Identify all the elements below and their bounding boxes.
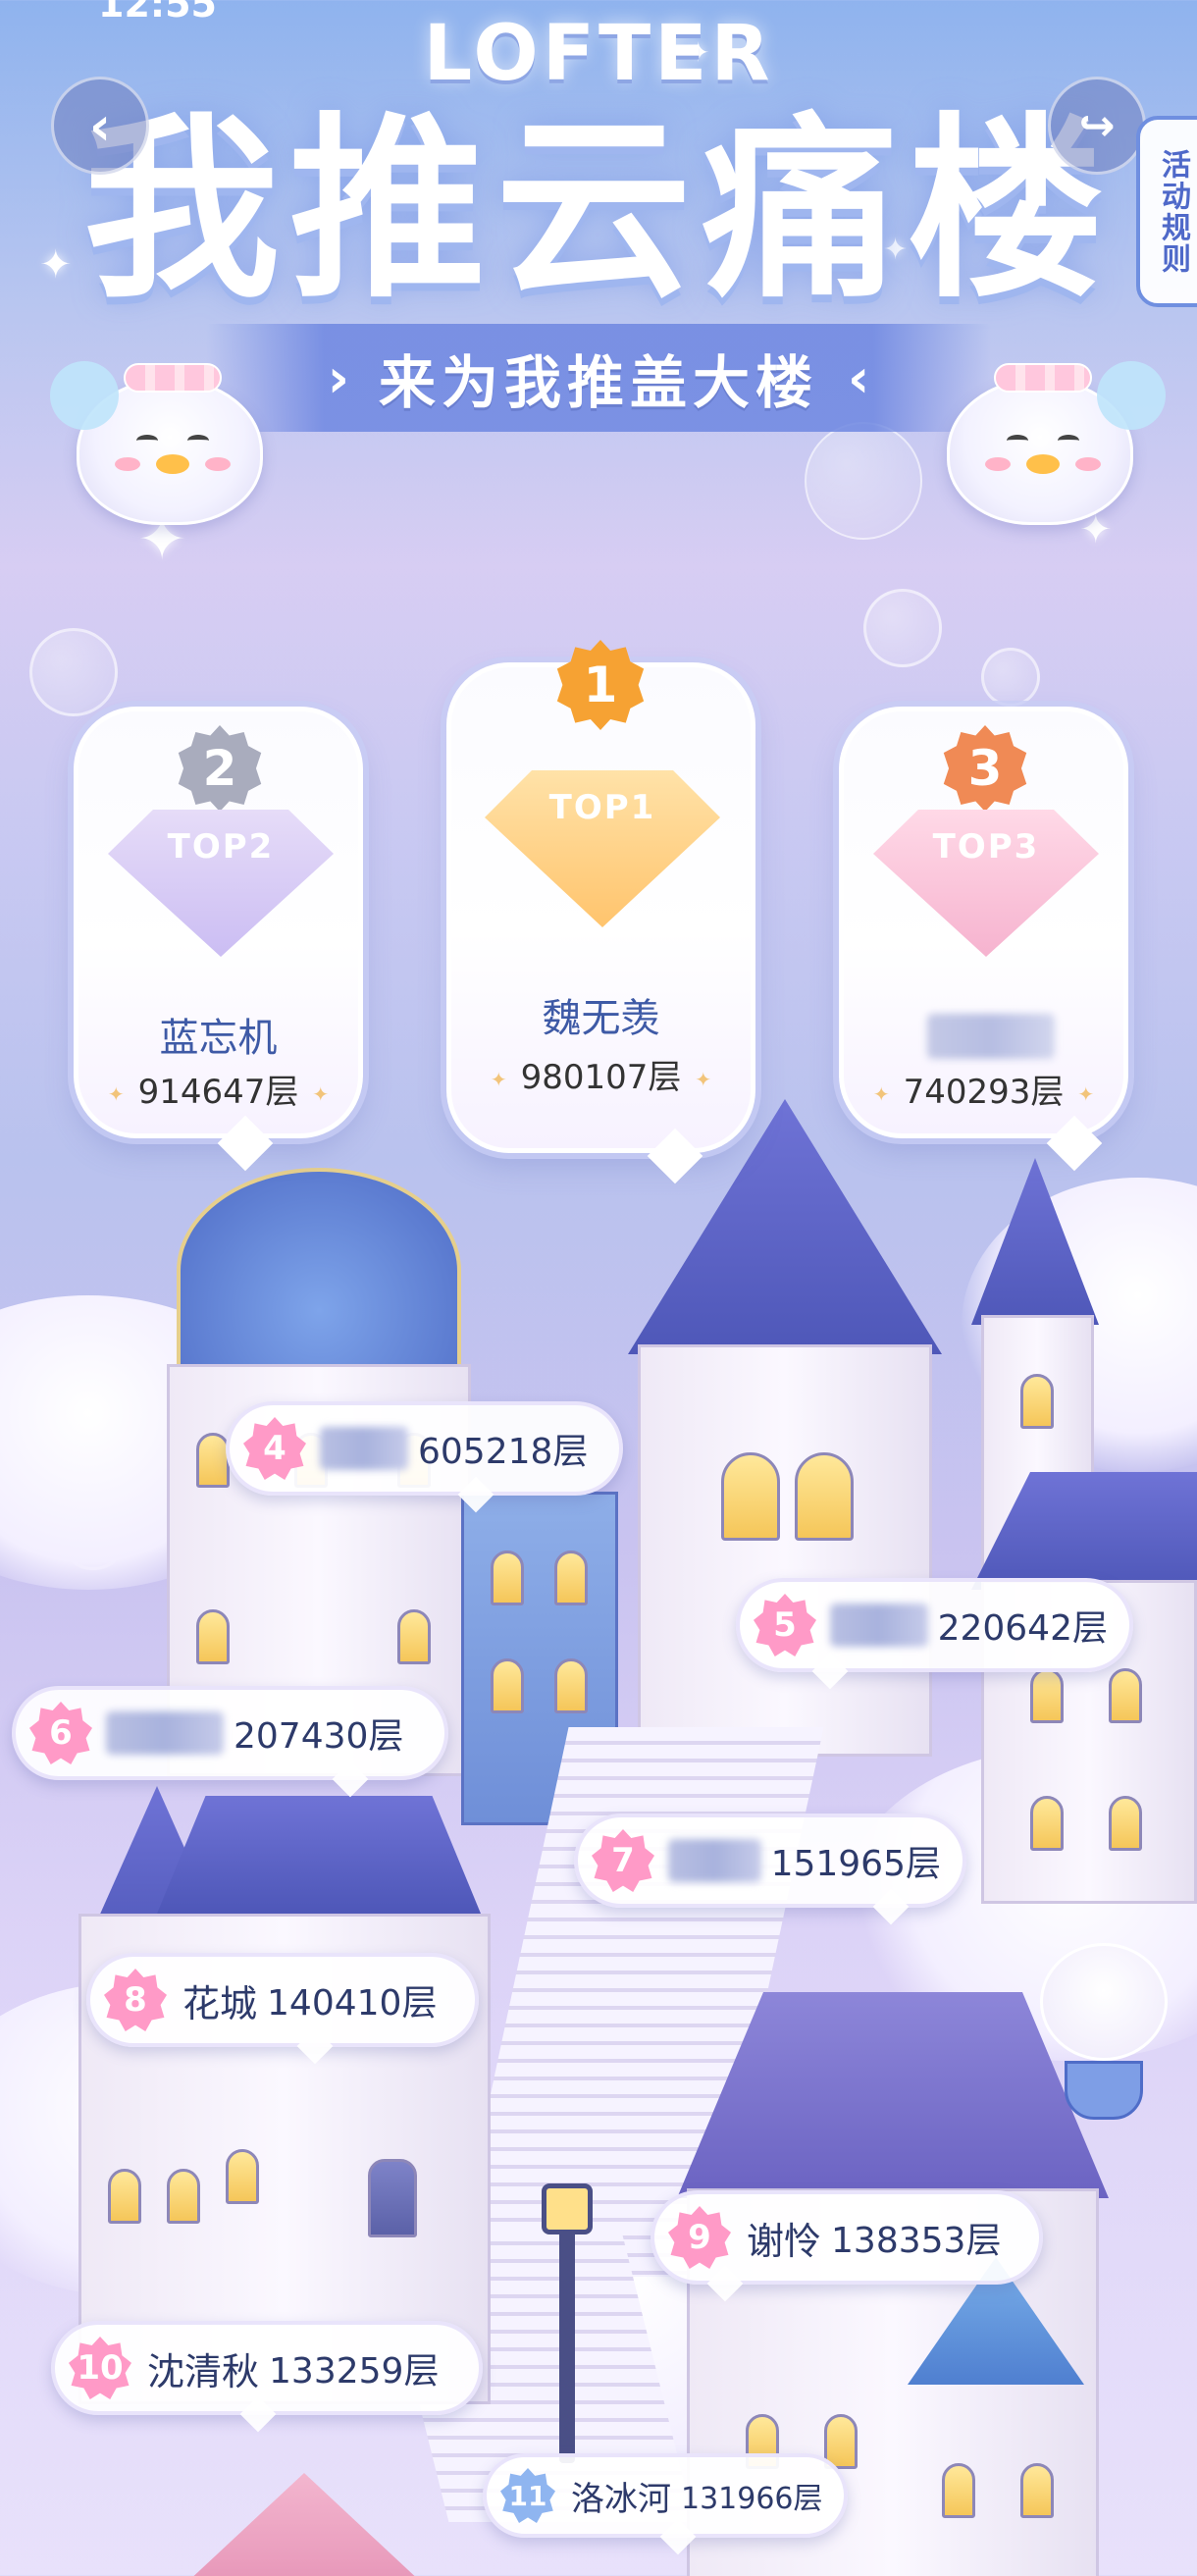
chevron-left-icon: ‹ (848, 346, 870, 409)
share-icon: ↪ (1078, 100, 1116, 151)
top3-diamond-badge: TOP3 (873, 810, 1099, 957)
rank-pill-11[interactable]: 11 洛冰河 131966层 (483, 2453, 848, 2538)
castle-roof (157, 2473, 451, 2576)
chevron-right-icon: › (327, 346, 349, 409)
rank-badge-icon: 9 (668, 2206, 731, 2269)
rank-pill-7[interactable]: 7 151965层 (574, 1814, 966, 1908)
podium-name: 魏无羡 (542, 996, 660, 1041)
podium-card-rank-1[interactable]: 1 TOP1 魏无羡 980107层 (446, 640, 755, 1184)
rank-floors: 138353层 (831, 2221, 1002, 2261)
rank-name: 谢怜 (747, 2219, 822, 2263)
top2-diamond-badge: TOP2 (108, 810, 334, 957)
duck-mascot-icon (947, 361, 1166, 525)
activity-rules-button[interactable]: 活动规则 (1136, 116, 1197, 307)
censored-name (320, 1427, 408, 1470)
duck-mascot-icon (50, 361, 263, 525)
castle-dome (177, 1168, 461, 1374)
rank-pill-6[interactable]: 6 207430层 (12, 1686, 448, 1780)
castle-main-hall (638, 1344, 932, 1757)
medal-icon: 1 (556, 640, 645, 730)
podium-card-rank-3[interactable]: 3 TOP3 740293层 (839, 707, 1128, 1172)
back-arrow-icon: ‹ (88, 94, 112, 157)
brand-logo: LOFTER (423, 10, 774, 98)
lamp-post (559, 2208, 575, 2463)
medal-icon: 2 (178, 725, 262, 812)
subtitle-text: 来为我推盖大楼 (378, 349, 818, 416)
rank-badge-icon: 4 (243, 1417, 306, 1480)
rank-pill-10[interactable]: 10 沈清秋 133259层 (51, 2321, 483, 2415)
rank-pill-4[interactable]: 4 605218层 (226, 1401, 623, 1496)
rank-floors: 207430层 (234, 1716, 404, 1757)
back-button[interactable]: ‹ (51, 77, 149, 175)
censored-name (668, 1839, 761, 1882)
rank-floors: 151965层 (770, 1844, 941, 1884)
rank-badge-icon: 7 (592, 1829, 654, 1892)
rank-name: 洛冰河 (571, 2479, 671, 2519)
rank-floors: 133259层 (269, 2351, 440, 2392)
podium-floors: 740293层 (844, 1065, 1123, 1113)
rank-badge-icon: 6 (29, 1702, 92, 1764)
rank-badge-icon: 8 (104, 1969, 167, 2031)
podium-card-rank-2[interactable]: 2 TOP2 蓝忘机 914647层 (74, 707, 363, 1172)
censored-name (927, 1014, 1055, 1059)
podium-name: 蓝忘机 (159, 1016, 278, 1061)
subtitle-banner: › 来为我推盖大楼 ‹ (206, 324, 991, 432)
rank-name: 沈清秋 (147, 2349, 260, 2393)
lamp-icon (542, 2183, 593, 2234)
rank-floors: 140410层 (267, 1983, 438, 2024)
rank-pill-8[interactable]: 8 花城 140410层 (86, 1953, 479, 2047)
rank-badge-icon: 11 (500, 2468, 555, 2523)
hot-air-basket-icon (1065, 2061, 1143, 2120)
censored-name (106, 1711, 224, 1755)
medal-icon: 3 (943, 725, 1027, 812)
rank-pill-9[interactable]: 9 谢怜 138353层 (651, 2190, 1043, 2285)
podium-floors: 914647层 (78, 1065, 358, 1113)
rank-badge-icon: 10 (69, 2337, 131, 2399)
rank-badge-icon: 5 (754, 1594, 816, 1656)
rank-floors: 605218层 (418, 1432, 589, 1472)
castle-roof (157, 1796, 481, 1914)
censored-name (830, 1603, 928, 1647)
rank-floors: 131966层 (681, 2482, 823, 2516)
rank-name: 花城 (182, 1981, 258, 2025)
podium-floors: 980107层 (451, 1050, 751, 1098)
rank-floors: 220642层 (937, 1608, 1108, 1649)
page-title: 我推云痛楼 (82, 96, 1114, 325)
share-button[interactable]: ↪ (1048, 77, 1146, 175)
duck-mascot-icon (1040, 1943, 1168, 2061)
top1-diamond-badge: TOP1 (485, 770, 720, 927)
rank-pill-5[interactable]: 5 220642层 (736, 1578, 1133, 1672)
